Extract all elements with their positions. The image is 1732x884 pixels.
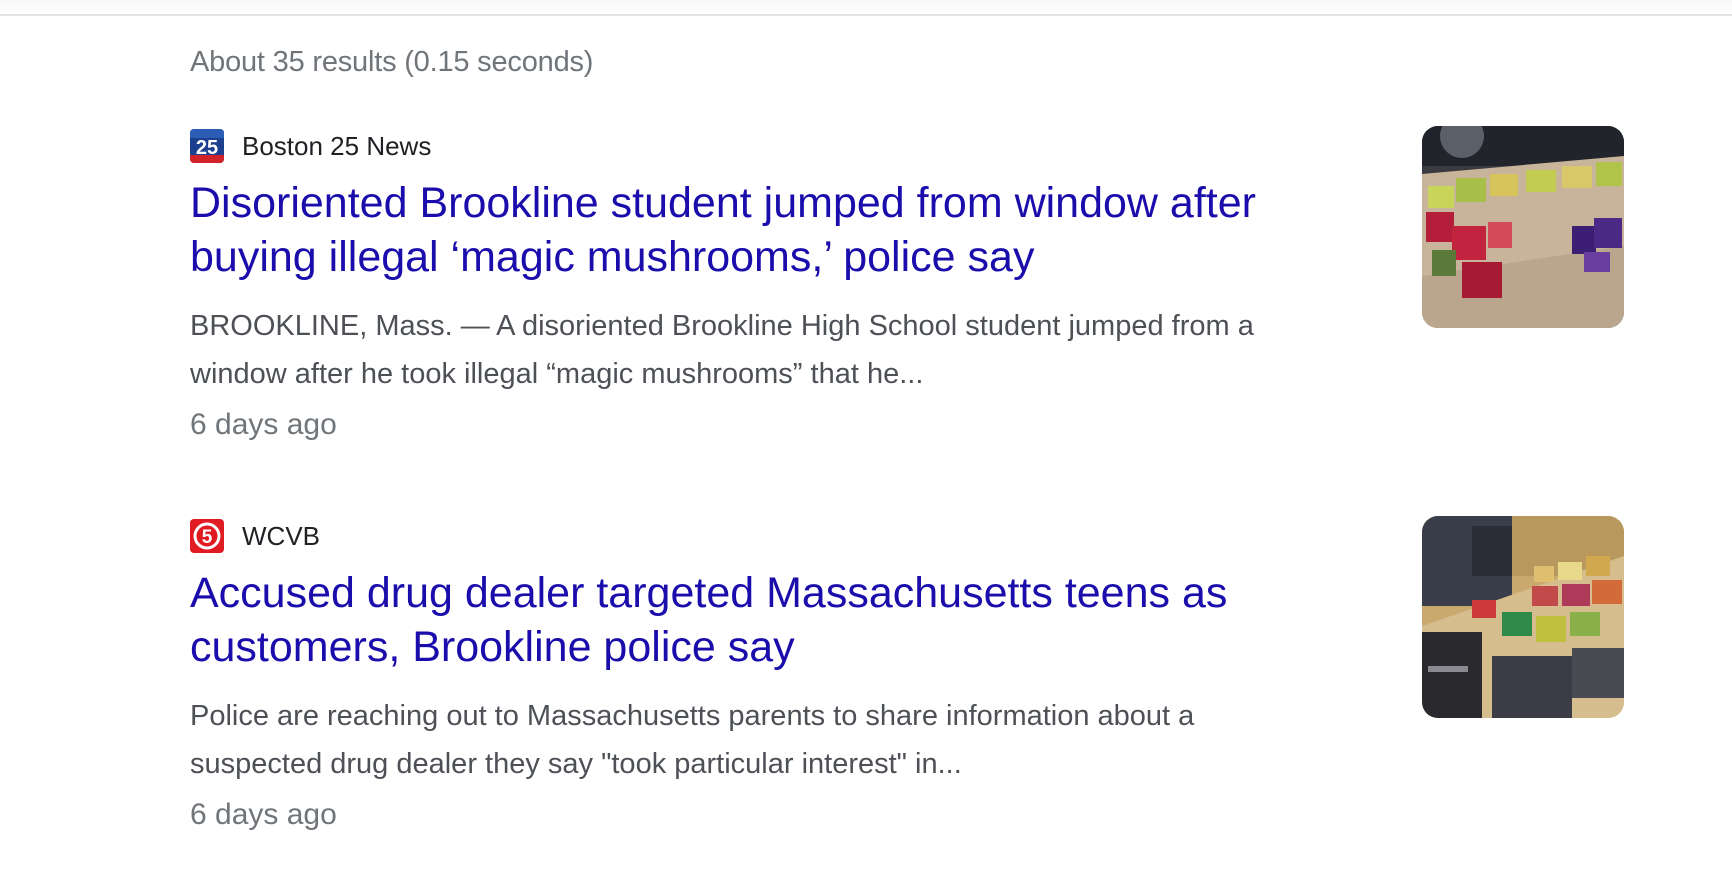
result-title-link[interactable]: Accused drug dealer targeted Massachuset…: [190, 566, 1320, 674]
result-date: 6 days ago: [190, 798, 337, 831]
result-date: 6 days ago: [190, 408, 337, 441]
result-title-link[interactable]: Disoriented Brookline student jumped fro…: [190, 176, 1320, 284]
result-snippet: BROOKLINE, Mass. — A disoriented Brookli…: [190, 310, 1254, 390]
boston-25-news-icon: 25: [190, 129, 224, 163]
result-snippet: Police are reaching out to Massachusetts…: [190, 700, 1195, 780]
seized-drugs-photo-icon: [1422, 516, 1624, 718]
result-source[interactable]: 25 Boston 25 News: [190, 128, 431, 164]
svg-text:5: 5: [202, 527, 213, 548]
source-name: Boston 25 News: [242, 130, 432, 161]
search-result: 25 Boston 25 News Disoriented Brookline …: [190, 124, 1630, 464]
source-name: WCVB: [242, 520, 320, 551]
drug-packages-photo-icon: [1422, 126, 1624, 328]
browser-top-edge: [0, 0, 1732, 16]
search-result: 5 WCVB Accused drug dealer targeted Mass…: [190, 514, 1630, 854]
result-stats: About 35 results (0.15 seconds): [190, 46, 594, 78]
result-thumbnail[interactable]: [1422, 126, 1624, 328]
svg-text:25: 25: [196, 137, 218, 159]
result-source[interactable]: 5 WCVB: [190, 518, 320, 554]
result-thumbnail[interactable]: [1422, 516, 1624, 718]
wcvb-5-icon: 5: [190, 519, 224, 553]
